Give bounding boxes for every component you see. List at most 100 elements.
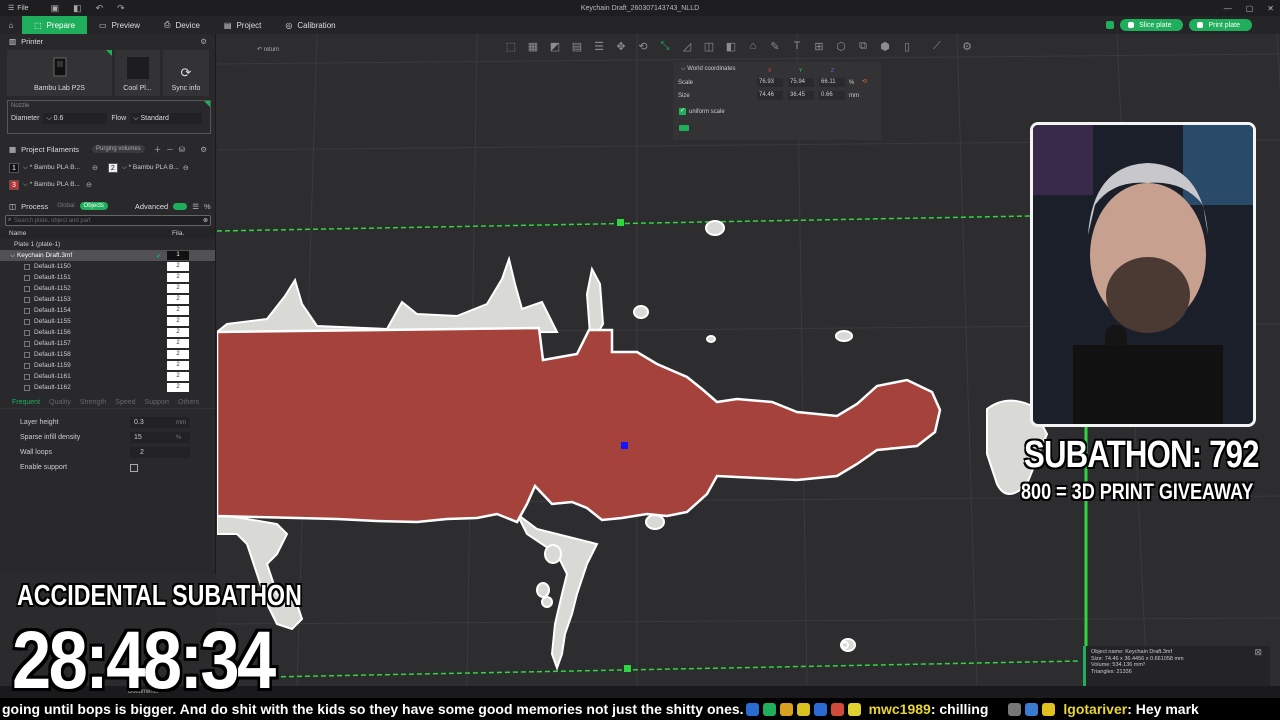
global-toggle[interactable]: Global <box>57 203 74 209</box>
scale-z-input[interactable]: 66.11 <box>819 78 845 87</box>
keychain-part[interactable] <box>217 326 942 524</box>
arrange-icon[interactable]: ▤ <box>568 38 586 54</box>
size-z-input[interactable]: 0.66 <box>819 91 845 100</box>
enable-support-checkbox[interactable] <box>130 463 138 472</box>
expand-icon[interactable]: ⌵ <box>10 252 15 260</box>
filament-settings-icon[interactable]: ⚙ <box>200 145 207 154</box>
plate-select[interactable]: Cool Pl... <box>115 50 160 96</box>
wall-loops-stepper[interactable]: 2 <box>130 447 190 458</box>
filament-number[interactable]: 1 <box>9 162 19 173</box>
flow-select[interactable]: ⌵ Standard <box>130 113 203 124</box>
cut-icon[interactable]: ◫ <box>700 38 718 54</box>
ruler-icon[interactable]: ⟋ <box>928 38 946 54</box>
measure-icon[interactable]: ⊞ <box>810 38 828 54</box>
filament-select[interactable]: ⌵ * Bambu PLA B... <box>23 181 80 189</box>
home-icon[interactable]: ⌂ <box>0 16 22 34</box>
tab-speed[interactable]: Speed <box>115 399 135 406</box>
object-search-input[interactable]: ⌕ Search plate, object and part ⊗ <box>5 215 211 226</box>
part-filament-index[interactable]: 2 <box>167 295 189 304</box>
filament-select[interactable]: ⌵ * Bambu PLA B... <box>23 164 80 172</box>
reset-scale-icon[interactable]: ⟲ <box>862 78 867 85</box>
mesh-icon[interactable]: ⬢ <box>876 38 894 54</box>
view-settings-icon[interactable]: ⚙ <box>958 38 976 54</box>
list-icon[interactable]: ☰ <box>192 202 199 211</box>
part-filament-index[interactable]: 2 <box>167 328 189 337</box>
part-row[interactable]: Default-1155 2 <box>0 316 215 327</box>
settings-icon[interactable]: ⚙ <box>200 37 207 46</box>
layers-icon[interactable]: ☰ <box>590 38 608 54</box>
part-row[interactable]: Default-1151 2 <box>0 272 215 283</box>
return-button[interactable]: ↶ return <box>257 46 279 53</box>
part-filament-index[interactable]: 2 <box>167 383 189 392</box>
part-row[interactable]: Default-1153 2 <box>0 294 215 305</box>
size-x-input[interactable]: 74.46 <box>757 91 783 100</box>
tab-frequent[interactable]: Frequent <box>12 399 40 406</box>
filament-select[interactable]: ⌵ * Bambu PLA B... <box>122 164 179 172</box>
remove-filament-icon[interactable]: ⊖ <box>183 164 189 172</box>
tab-strength[interactable]: Strength <box>80 399 106 406</box>
close-info-icon[interactable]: ⊠ <box>1254 648 1262 656</box>
file-menu[interactable]: ☰ File <box>0 4 29 13</box>
split-icon[interactable]: ◧ <box>722 38 740 54</box>
advanced-toggle[interactable] <box>173 202 188 210</box>
part-filament-index[interactable]: 2 <box>167 262 189 271</box>
part-filament-index[interactable]: 2 <box>167 317 189 326</box>
redo-icon[interactable]: ↷ <box>117 3 125 14</box>
tab-prepare[interactable]: ⬚ Prepare <box>22 16 88 34</box>
remove-filament-icon[interactable]: ⊖ <box>86 181 92 189</box>
close-icon[interactable]: ✕ <box>1267 4 1274 13</box>
part-row[interactable]: Default-1162 2 <box>0 382 215 393</box>
save-icon[interactable]: ▣ <box>51 3 60 14</box>
assembly-icon[interactable]: ⬡ <box>832 38 850 54</box>
sync-info-button[interactable]: ⟳ Sync info <box>163 50 209 96</box>
publish-icon[interactable] <box>1106 21 1115 29</box>
seam-paint-icon[interactable]: ✎ <box>766 38 784 54</box>
tab-project[interactable]: ▤ Project <box>212 16 273 34</box>
scale-icon[interactable]: ⤡ <box>656 38 674 54</box>
bounding-handle[interactable] <box>617 219 624 226</box>
objects-toggle[interactable]: Objects <box>79 202 108 210</box>
tab-support[interactable]: Support <box>145 399 170 406</box>
plate-row[interactable]: Plate 1 (plate-1) <box>0 239 215 250</box>
new-icon[interactable]: ◧ <box>73 3 82 14</box>
boolean-icon[interactable]: ⧉ <box>854 38 872 54</box>
support-paint-icon[interactable]: ⌂ <box>744 38 762 54</box>
printer-select[interactable]: Bambu Lab P2S <box>7 50 112 96</box>
part-filament-index[interactable]: 2 <box>167 361 189 370</box>
apply-icon[interactable] <box>679 125 689 131</box>
percent-icon[interactable]: % <box>204 202 211 211</box>
size-y-input[interactable]: 36.45 <box>788 91 814 100</box>
minimize-icon[interactable]: — <box>1224 4 1232 13</box>
tab-quality[interactable]: Quality <box>49 399 71 406</box>
remove-filament-icon[interactable]: ⊖ <box>92 164 98 172</box>
scale-x-input[interactable]: 76.93 <box>757 78 783 87</box>
part-row[interactable]: Default-1161 2 <box>0 371 215 382</box>
move-icon[interactable]: ✥ <box>612 38 630 54</box>
part-filament-index[interactable]: 2 <box>167 273 189 282</box>
part-row[interactable]: Default-1156 2 <box>0 327 215 338</box>
part-row[interactable]: Default-1152 2 <box>0 283 215 294</box>
maximize-icon[interactable]: ▢ <box>1246 4 1254 13</box>
part-row[interactable]: Default-1157 2 <box>0 338 215 349</box>
part-row[interactable]: Default-1159 2 <box>0 360 215 371</box>
part-filament-index[interactable]: 2 <box>167 372 189 381</box>
filament-number[interactable]: 2 <box>107 162 118 173</box>
purging-volumes-button[interactable]: Purging volumes <box>92 145 145 153</box>
part-row[interactable]: Default-1150 2 <box>0 261 215 272</box>
undo-icon[interactable]: ↶ <box>96 3 104 14</box>
bounding-handle[interactable] <box>624 665 631 672</box>
print-plate-button[interactable]: Print plate <box>1189 19 1252 31</box>
part-row[interactable]: Default-1154 2 <box>0 305 215 316</box>
coords-dropdown[interactable]: ⌵ World coordinates <box>681 66 735 73</box>
tab-preview[interactable]: ▭ Preview <box>87 16 152 34</box>
part-filament-index[interactable]: 2 <box>167 284 189 293</box>
tab-others[interactable]: Others <box>178 399 199 406</box>
sync-filament-icon[interactable]: ⛁ <box>179 145 185 154</box>
part-filament-index[interactable]: 2 <box>167 339 189 348</box>
nozzle-diameter-select[interactable]: ⌵ 0.6 <box>43 113 108 124</box>
filament-number[interactable]: 3 <box>9 179 19 190</box>
variable-layer-icon[interactable]: ▯ <box>898 38 916 54</box>
part-row[interactable]: Default-1158 2 <box>0 349 215 360</box>
uniform-scale-checkbox[interactable]: ✓ <box>679 108 686 115</box>
text-icon[interactable]: T <box>788 38 806 54</box>
